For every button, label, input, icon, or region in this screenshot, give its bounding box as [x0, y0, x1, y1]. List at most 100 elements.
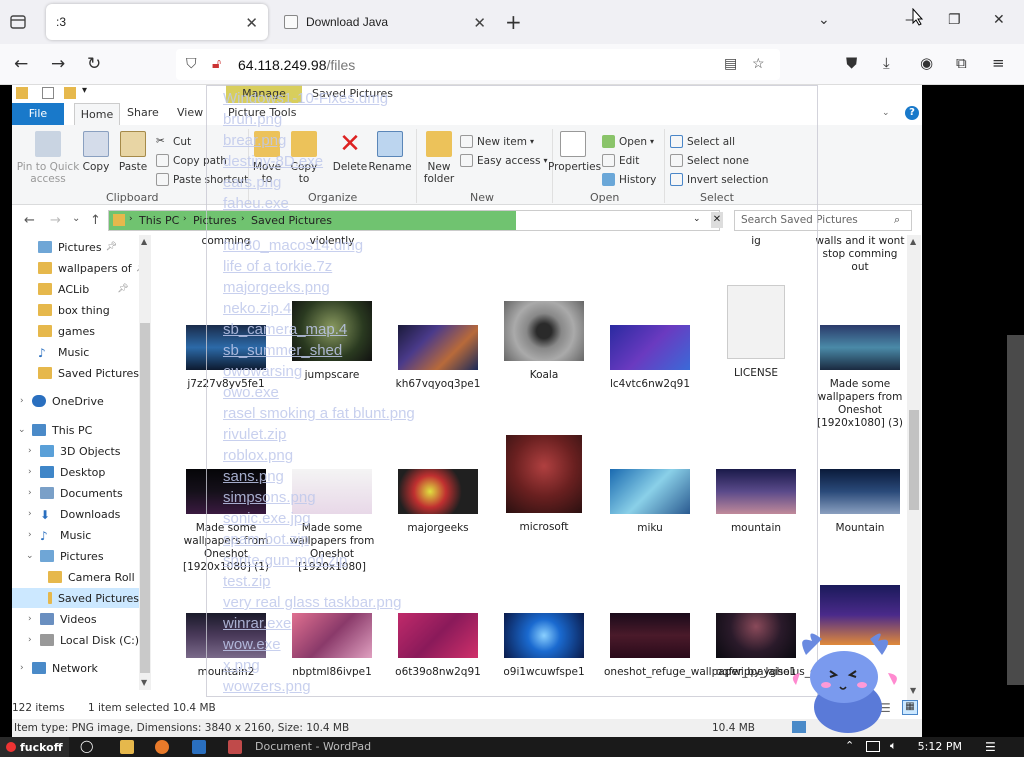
- nav-item-documents[interactable]: Documents: [40, 483, 123, 503]
- outlook-icon[interactable]: [192, 740, 206, 754]
- address-dropdown-icon[interactable]: ⌄: [693, 214, 701, 224]
- nav-item-aclib[interactable]: ACLib 📌︎: [38, 279, 129, 299]
- browser-tab-active[interactable]: :3 ✕: [46, 4, 268, 40]
- crumb-saved-pictures[interactable]: Saved Pictures: [251, 214, 332, 227]
- close-window-icon[interactable]: ✕: [993, 12, 1005, 28]
- scrollbar-thumb[interactable]: [140, 323, 150, 673]
- crumb-pictures[interactable]: Pictures: [193, 214, 237, 227]
- ribbon-collapse-icon[interactable]: ⌄: [882, 108, 890, 118]
- expand-chevron-icon[interactable]: ›: [28, 488, 32, 498]
- remote-desktop-view[interactable]: ▾ Manage Saved Pictures File Home Share …: [0, 85, 1024, 757]
- nav-item-3d-objects[interactable]: 3D Objects: [40, 441, 121, 461]
- file-explorer-icon[interactable]: [120, 740, 134, 754]
- help-icon[interactable]: ?: [905, 106, 919, 120]
- scroll-up-icon[interactable]: ▲: [910, 237, 916, 246]
- paste-shortcut-button[interactable]: Paste shortcut: [156, 173, 248, 186]
- crumb-this-pc[interactable]: This PC: [139, 214, 179, 227]
- open-button[interactable]: Open ▾: [602, 135, 654, 148]
- pocket-icon[interactable]: ⛊: [846, 54, 857, 72]
- recent-locations-icon[interactable]: ⌄: [72, 213, 80, 224]
- reader-view-icon[interactable]: ▤: [724, 55, 737, 72]
- expand-chevron-icon[interactable]: ›: [28, 467, 32, 477]
- nav-pane-scrollbar[interactable]: ▲ ▼: [139, 235, 151, 690]
- file-item[interactable]: Made some wallpapers from Oneshot [1920x…: [284, 457, 380, 574]
- paste-button[interactable]: Paste: [116, 131, 150, 173]
- scrollbar-thumb[interactable]: [909, 410, 919, 510]
- copy-button[interactable]: Copy: [80, 131, 112, 173]
- expand-chevron-icon[interactable]: ›: [28, 530, 32, 540]
- nav-item-pictures[interactable]: Pictures: [40, 546, 104, 566]
- file-item[interactable]: lc4vtc6nw2q91: [602, 313, 698, 391]
- file-item[interactable]: majorgeeks: [390, 457, 486, 535]
- nav-item-saved-pictures[interactable]: Saved Pictures: [12, 588, 139, 608]
- nav-item-desktop[interactable]: Desktop: [40, 462, 105, 482]
- nav-item-downloads[interactable]: ⬇ Downloads: [40, 504, 120, 524]
- nav-item-this-pc[interactable]: This PC: [32, 420, 92, 440]
- expand-chevron-icon[interactable]: ›: [28, 509, 32, 519]
- tab-picture-tools[interactable]: Picture Tools: [228, 106, 296, 119]
- file-item[interactable]: Made some wallpapers from Oneshot [1920x…: [178, 457, 274, 574]
- file-item[interactable]: Made some wallpapers from Oneshot [1920x…: [812, 313, 907, 430]
- collapse-chevron-icon[interactable]: ⌄: [26, 551, 34, 561]
- file-item[interactable]: o6t39o8nw2q91: [390, 601, 486, 679]
- scroll-down-icon[interactable]: ▼: [141, 678, 147, 687]
- file-item[interactable]: microsoft: [496, 435, 592, 534]
- reload-icon[interactable]: ↻: [87, 54, 101, 74]
- expand-chevron-icon[interactable]: ›: [20, 663, 24, 673]
- expand-chevron-icon[interactable]: ›: [28, 635, 32, 645]
- properties-icon[interactable]: [42, 87, 54, 99]
- close-tab-icon[interactable]: ✕: [473, 14, 486, 32]
- content-scrollbar[interactable]: ▲ ▼: [907, 235, 921, 700]
- file-item[interactable]: ig: [708, 235, 804, 248]
- account-icon[interactable]: ◉: [920, 54, 933, 72]
- copy-to-button[interactable]: Copy to: [288, 131, 320, 185]
- properties-button[interactable]: Properties: [548, 131, 601, 173]
- search-input[interactable]: Search Saved Pictures: [734, 210, 912, 231]
- nav-item-local-disk[interactable]: Local Disk (C:): [40, 630, 139, 650]
- history-button[interactable]: History: [602, 173, 656, 186]
- file-item[interactable]: Mountain: [812, 457, 907, 535]
- expand-chevron-icon[interactable]: ›: [28, 614, 32, 624]
- select-none-button[interactable]: Select none: [670, 154, 749, 167]
- nav-item-network[interactable]: Network: [32, 658, 98, 678]
- nav-item-box-thing[interactable]: box thing: [38, 300, 110, 320]
- file-item[interactable]: j7z27v8yv5fe1: [178, 313, 274, 391]
- nav-item-music-quick[interactable]: ♪ Music: [38, 342, 89, 362]
- shield-icon[interactable]: ⛉: [186, 55, 197, 72]
- new-folder-icon[interactable]: [64, 87, 76, 99]
- cut-button[interactable]: ✂ Cut: [156, 135, 191, 148]
- menu-icon[interactable]: ≡: [992, 54, 1005, 72]
- taskbar-wordpad[interactable]: Document - WordPad: [255, 740, 371, 753]
- downloads-icon[interactable]: ⤓: [883, 54, 890, 72]
- expand-chevron-icon[interactable]: ›: [20, 396, 24, 406]
- forward-arrow-icon[interactable]: →: [50, 213, 61, 228]
- file-item[interactable]: o9i1wcuwfspe1: [496, 601, 592, 679]
- copy-path-button[interactable]: Copy path: [156, 154, 227, 167]
- nav-item-pictures-quick[interactable]: Pictures 📌︎: [38, 237, 117, 257]
- up-arrow-icon[interactable]: ↑: [90, 213, 101, 228]
- scroll-up-icon[interactable]: ▲: [141, 237, 147, 246]
- url-bar[interactable]: ⛉ 🔓︎ 64.118.249.98/files ▤ ☆: [176, 49, 780, 80]
- back-arrow-icon[interactable]: ←: [24, 213, 35, 228]
- refresh-close-icon[interactable]: ✕: [711, 212, 723, 228]
- nav-item-videos[interactable]: Videos: [40, 609, 97, 629]
- rename-button[interactable]: Rename: [368, 131, 412, 173]
- explorer-address-bar[interactable]: › This PC › Pictures › Saved Pictures ⌄: [108, 210, 720, 231]
- extensions-icon[interactable]: ⧉: [956, 54, 967, 72]
- list-tabs-chevron-icon[interactable]: ⌄: [818, 12, 830, 28]
- contextual-tab-manage[interactable]: Manage: [226, 85, 302, 103]
- volume-icon[interactable]: 🔈︎: [890, 739, 897, 753]
- new-item-button[interactable]: New item ▾: [460, 135, 534, 148]
- file-item[interactable]: nbptml86ivpe1: [284, 601, 380, 679]
- tab-list-icon[interactable]: [8, 12, 30, 32]
- nav-item-onedrive[interactable]: OneDrive: [32, 391, 104, 411]
- invert-selection-button[interactable]: Invert selection: [670, 173, 768, 186]
- file-item[interactable]: comming: [178, 235, 274, 248]
- scroll-down-icon[interactable]: ▼: [910, 686, 916, 695]
- browser-tab-java[interactable]: Download Java ✕: [274, 4, 496, 40]
- delete-button[interactable]: ✕ Delete: [330, 131, 370, 173]
- file-item[interactable]: jumpscare: [284, 301, 380, 382]
- remote-scrollbar-thumb[interactable]: [1007, 335, 1024, 685]
- file-item[interactable]: walls and it wont stop comming out: [812, 235, 907, 274]
- pin-quick-access-button[interactable]: Pin to Quick access: [16, 131, 80, 185]
